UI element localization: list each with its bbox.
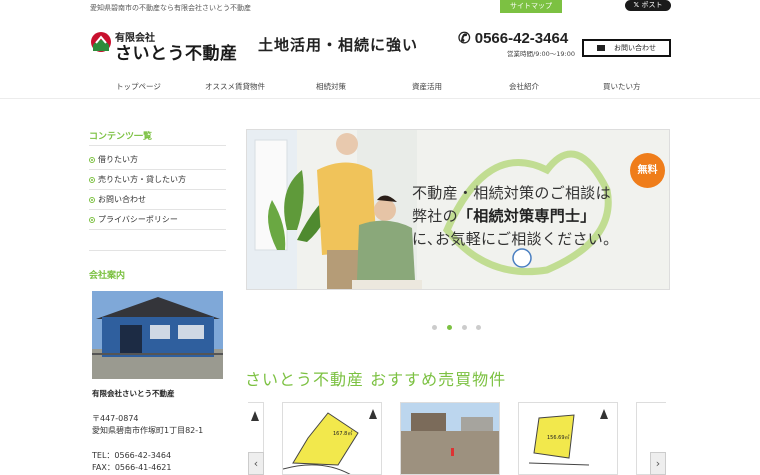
property-area-label: 167.8㎡ — [333, 430, 352, 437]
company-tel: TEL：0566-42-3464 — [92, 451, 172, 460]
sidebar-divider — [89, 145, 226, 146]
bullet-icon — [89, 157, 95, 163]
sidebar-item-label: 売りたい方・貸したい方 — [98, 175, 186, 184]
phone-icon: ✆ — [458, 30, 471, 47]
hero-text-highlight: 「相続対策専門士」 — [457, 207, 596, 225]
contact-button-label: お問い合わせ — [614, 44, 656, 52]
logo-icon[interactable] — [90, 31, 112, 53]
main-nav: トップページ オススメ賃貸物件 相続対策 資産活用 会社紹介 買いたい方 — [0, 75, 760, 99]
top-bar: 愛知県碧南市の不動産なら有限会社さいとう不動産 サイトマップ 𝕏 ポスト — [0, 0, 760, 14]
property-map-image: 167.8㎡ — [283, 409, 377, 474]
bullet-icon — [89, 217, 95, 223]
company-postal: 〒447-0874 — [92, 414, 139, 423]
free-badge: 無料 — [630, 153, 665, 188]
phone-number: ✆ 0566-42-3464 — [458, 29, 568, 47]
sidebar-item-label: お問い合わせ — [98, 195, 146, 204]
company-office-photo — [92, 291, 223, 379]
hero-slider[interactable]: 不動産・相続対策のご相談は 弊社の「相続対策専門士」 に､お気軽にご相談ください… — [246, 129, 670, 290]
company-name: 有限会社さいとう不動産 — [92, 389, 175, 398]
carousel-prev-button[interactable]: ‹ — [248, 452, 264, 475]
slider-dot[interactable] — [432, 325, 437, 330]
slider-dot-active[interactable] — [447, 325, 452, 330]
property-map-image: 156.69㎡ — [528, 409, 608, 466]
site-header: 有限会社 さいとう不動産 土地活用・相続に強い ✆ 0566-42-3464 営… — [0, 20, 760, 70]
company-address: 愛知県碧南市作塚町1丁目82-1 — [92, 426, 204, 435]
recommended-section-title: さいとう不動産 おすすめ売買物件 — [245, 370, 507, 389]
hero-text-line1: 不動産・相続対策のご相談は — [412, 184, 611, 202]
property-card[interactable]: 156.69㎡ — [518, 402, 618, 475]
slider-indicators — [432, 325, 492, 333]
property-card[interactable] — [400, 402, 500, 475]
nav-item-company[interactable]: 会社紹介 — [509, 81, 539, 92]
header-catchphrase: 土地活用・相続に強い — [258, 36, 419, 54]
property-area-label: 156.69㎡ — [547, 434, 570, 441]
business-hours: 営業時間/9:00〜19:00 — [507, 50, 576, 58]
nav-item-inheritance[interactable]: 相続対策 — [316, 81, 346, 92]
sidebar-item-label: 借りたい方 — [98, 155, 138, 164]
sidebar-title: コンテンツ一覧 — [89, 132, 153, 142]
contact-button[interactable]: お問い合わせ — [582, 39, 671, 57]
nav-item-top[interactable]: トップページ — [116, 81, 161, 92]
slider-dot[interactable] — [462, 325, 467, 330]
nav-item-buy[interactable]: 買いたい方 — [603, 81, 641, 92]
phone-number-text: 0566-42-3464 — [474, 30, 569, 47]
property-carousel: 167.8㎡ 156.69㎡ ‹ › — [248, 402, 666, 475]
nav-item-rental[interactable]: オススメ賃貸物件 — [205, 81, 265, 92]
sidebar-divider — [89, 250, 226, 251]
x-icon: 𝕏 — [633, 1, 642, 9]
sitemap-button[interactable]: サイトマップ — [500, 0, 562, 13]
hero-text-line3: に､お気軽にご相談ください。 — [412, 230, 619, 248]
site-tagline: 愛知県碧南市の不動産なら有限会社さいとう不動産 — [90, 4, 251, 12]
sidebar-item-privacy[interactable]: プライバシーポリシー — [89, 210, 226, 230]
company-section-title: 会社案内 — [89, 271, 126, 281]
slider-dot[interactable] — [476, 325, 481, 330]
sidebar-item-contact[interactable]: お問い合わせ — [89, 190, 226, 210]
mail-icon — [597, 45, 605, 51]
sidebar-item-rent[interactable]: 借りたい方 — [89, 150, 226, 170]
bullet-icon — [89, 177, 95, 183]
nav-item-asset[interactable]: 資産活用 — [412, 81, 442, 92]
hero-text-line2: 弊社の「相続対策専門士」 — [412, 205, 596, 226]
logo-title[interactable]: さいとう不動産 — [115, 39, 238, 64]
hero-text-line2-a: 弊社の — [412, 207, 458, 225]
bullet-icon — [89, 197, 95, 203]
sidebar-item-sell[interactable]: 売りたい方・貸したい方 — [89, 170, 226, 190]
x-post-label: ポスト — [641, 1, 663, 9]
sidebar-item-label: プライバシーポリシー — [98, 215, 178, 224]
property-card[interactable]: 167.8㎡ — [282, 402, 382, 475]
carousel-next-button[interactable]: › — [650, 452, 666, 475]
company-fax: FAX：0566-41-4621 — [92, 463, 172, 472]
x-post-button[interactable]: 𝕏 ポスト — [625, 0, 671, 11]
property-photo — [401, 403, 499, 474]
